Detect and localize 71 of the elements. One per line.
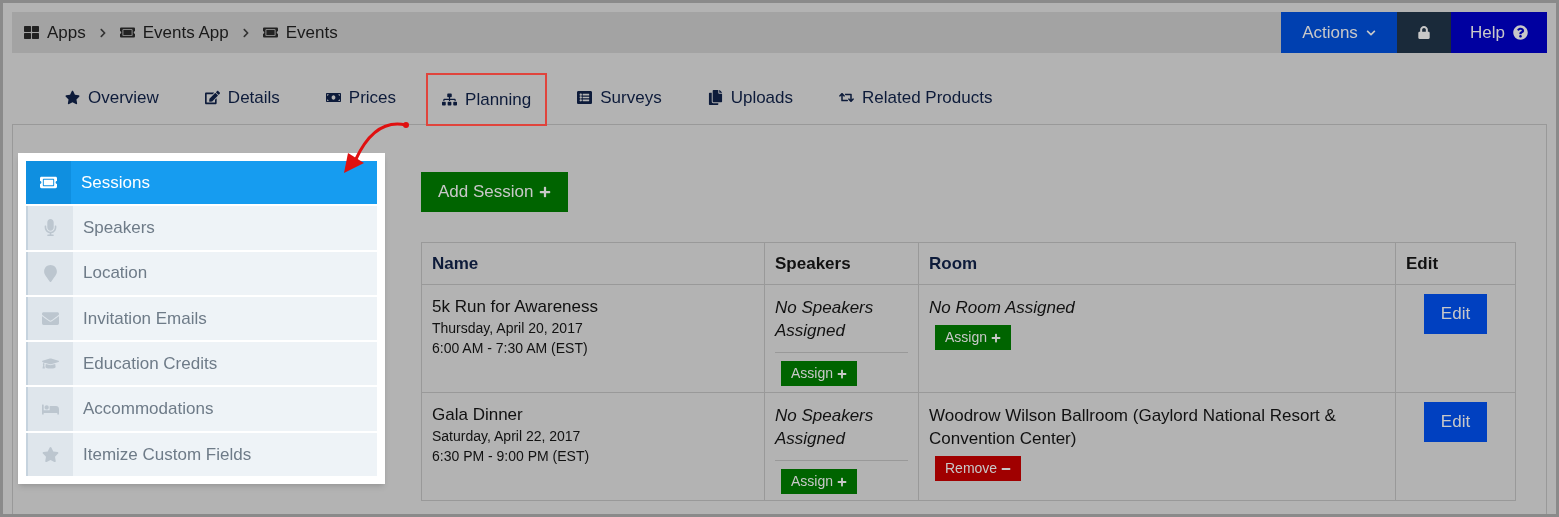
money-icon <box>325 90 341 105</box>
plus-icon <box>837 476 848 487</box>
sidebar-item[interactable]: Education Credits <box>26 342 377 386</box>
ticket-icon <box>262 25 278 40</box>
column-header: Room <box>918 242 1396 285</box>
chevron-icon <box>97 27 108 38</box>
arrows-icon <box>839 90 855 105</box>
session-time: 6:00 AM - 7:30 AM (EST) <box>432 339 589 358</box>
session-time: 6:30 PM - 9:00 PM (EST) <box>432 447 591 466</box>
sidebar-label: Location <box>82 262 148 285</box>
sidebar-label: Itemize Custom Fields <box>82 443 252 466</box>
session-date: Thursday, April 20, 2017 <box>432 319 584 338</box>
sidebar-label: Sessions <box>80 171 150 194</box>
speakers-text: No Speakers Assigned <box>775 296 908 353</box>
column-header: Speakers <box>764 242 919 285</box>
help-icon <box>1513 25 1528 40</box>
star-icon <box>42 445 59 463</box>
plus-icon <box>991 332 1002 343</box>
sidebar-label: Speakers <box>82 217 155 240</box>
assign-button[interactable]: Assign <box>781 469 858 494</box>
copy-icon <box>707 90 723 105</box>
sidebar-item[interactable]: Sessions <box>26 161 377 205</box>
breadcrumb-link[interactable]: Events App <box>142 19 229 46</box>
microphone-icon <box>42 219 59 237</box>
add-session-button[interactable]: Add Session <box>421 172 569 212</box>
sidebar-label: Accommodations <box>82 398 214 421</box>
sidebar-item[interactable]: Speakers <box>26 206 377 250</box>
tab[interactable]: Related Products <box>823 71 1009 124</box>
sidebar-label: Education Credits <box>82 353 218 375</box>
sidebar-label: Invitation Emails <box>82 307 207 330</box>
session-date: Saturday, April 22, 2017 <box>432 427 582 446</box>
sidebar-item[interactable]: Invitation Emails <box>26 296 377 341</box>
sidebar-item[interactable]: Accommodations <box>26 387 377 431</box>
remove-button[interactable]: Remove <box>935 456 1022 481</box>
assign-button[interactable]: Assign <box>781 361 858 386</box>
chevron-icon <box>240 27 251 38</box>
column-header: Edit <box>1395 242 1516 285</box>
breadcrumb-link[interactable]: Apps <box>47 19 86 46</box>
star-icon <box>65 90 80 105</box>
edit-icon <box>204 90 220 105</box>
sidebar-item[interactable]: Itemize Custom Fields <box>26 432 377 476</box>
tab[interactable]: Planning <box>426 73 548 126</box>
session-name: Gala Dinner <box>432 404 524 426</box>
ticket-icon <box>119 25 135 40</box>
envelope-icon <box>42 310 59 327</box>
room-text: No Room Assigned <box>929 297 1076 319</box>
sidebar-item[interactable]: Location <box>26 251 377 295</box>
map-pin-icon <box>42 264 59 282</box>
lock-button[interactable] <box>1397 12 1451 53</box>
caret-icon <box>1365 27 1376 38</box>
edit-button[interactable]: Edit <box>1424 294 1487 334</box>
actions-button[interactable]: Actions <box>1281 12 1397 53</box>
column-header: Name <box>421 242 765 285</box>
tab[interactable]: Prices <box>309 71 413 124</box>
tab[interactable]: Overview <box>49 71 175 124</box>
room-text: Woodrow Wilson Ballroom (Gaylord National Resort & Convention Center) <box>929 405 1337 450</box>
plus-icon <box>539 186 552 198</box>
breadcrumb-link[interactable]: Events <box>285 19 338 46</box>
list-icon <box>577 90 593 105</box>
tab[interactable]: Details <box>188 71 296 124</box>
help-button[interactable]: Help <box>1451 12 1547 53</box>
grid-icon <box>24 25 39 40</box>
session-name: 5k Run for Awareness <box>432 296 599 318</box>
lock-icon <box>1418 26 1430 39</box>
sitemap-icon <box>442 92 458 107</box>
tab[interactable]: Uploads <box>691 71 810 124</box>
edit-button[interactable]: Edit <box>1424 402 1487 442</box>
speakers-text: No Speakers Assigned <box>775 404 908 461</box>
tab[interactable]: Surveys <box>561 71 678 124</box>
plus-icon <box>837 368 848 379</box>
assign-button[interactable]: Assign <box>935 325 1012 350</box>
